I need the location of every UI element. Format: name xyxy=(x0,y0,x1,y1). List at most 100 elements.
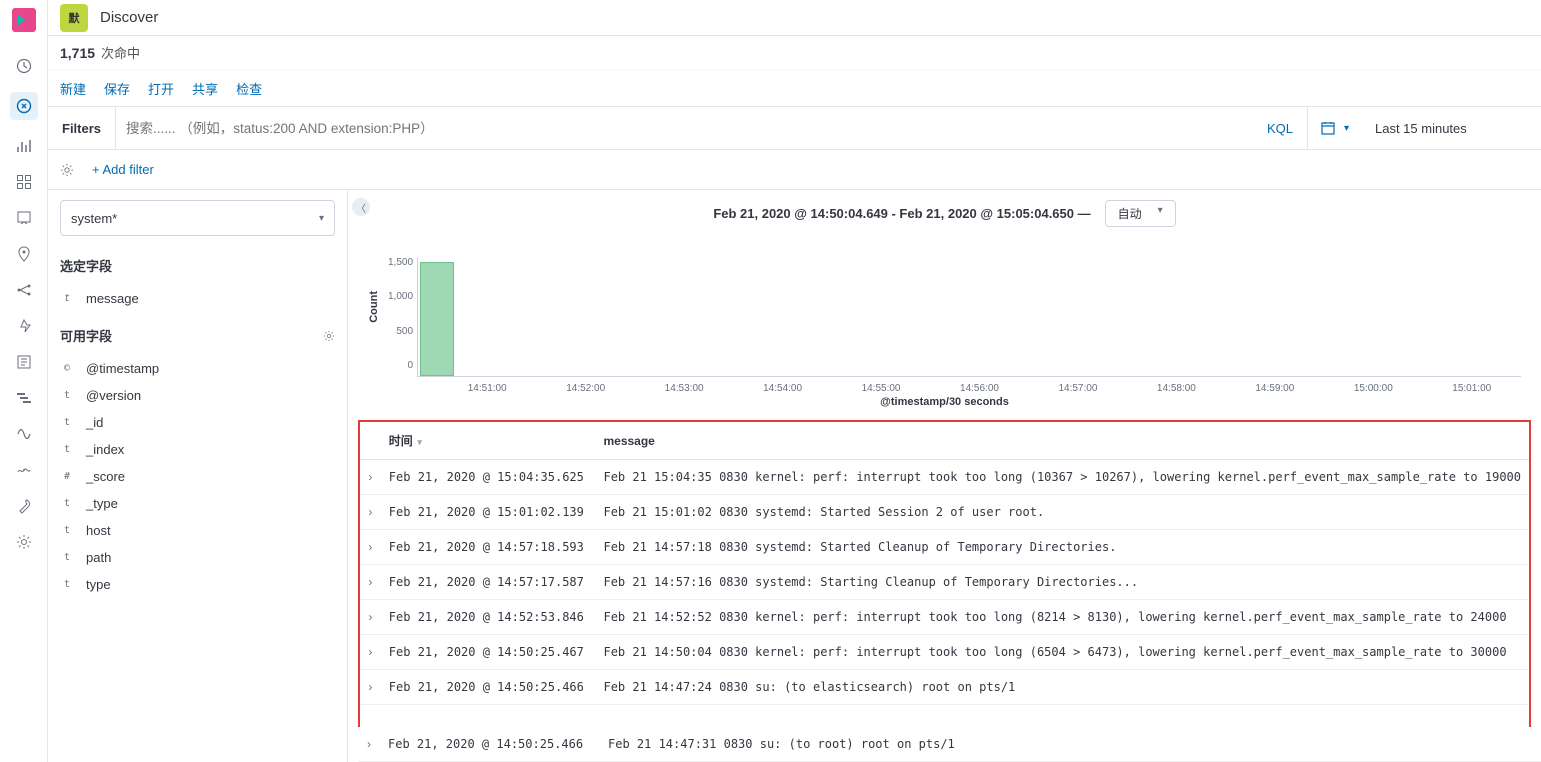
field-item[interactable]: tpath xyxy=(60,544,335,571)
results: 〈 Feb 21, 2020 @ 14:50:04.649 - Feb 21, … xyxy=(348,190,1541,762)
docs-table-tail: › Feb 21, 2020 @ 14:50:25.466 Feb 21 14:… xyxy=(358,727,1541,762)
discover-icon[interactable] xyxy=(10,92,38,120)
left-nav xyxy=(0,0,48,762)
field-type-icon: t xyxy=(64,293,78,304)
filter-row: + Add filter xyxy=(48,150,1541,190)
col-message-header[interactable]: message xyxy=(595,422,1529,460)
field-type-icon: t xyxy=(64,417,78,428)
kibana-logo[interactable] xyxy=(12,8,36,32)
field-item[interactable]: ttype xyxy=(60,571,335,598)
management-icon[interactable] xyxy=(14,532,34,552)
logs-icon[interactable] xyxy=(14,352,34,372)
expand-icon[interactable]: › xyxy=(360,495,381,530)
calendar-icon xyxy=(1320,120,1336,136)
dev-tools-icon[interactable] xyxy=(14,496,34,516)
open-link[interactable]: 打开 xyxy=(148,79,174,98)
field-type-icon: t xyxy=(64,579,78,590)
sort-icon: ▾ xyxy=(415,437,422,447)
collapse-sidebar-icon[interactable]: 〈 xyxy=(352,198,370,216)
field-item[interactable]: t _id xyxy=(60,409,335,436)
index-pattern-value: system* xyxy=(71,211,117,226)
docs-table: 时间 ▾ message ›Feb 21, 2020 @ 15:04:35.62… xyxy=(360,422,1529,705)
chart-xlabel: @timestamp/30 seconds xyxy=(368,396,1521,408)
canvas-icon[interactable] xyxy=(14,208,34,228)
save-link[interactable]: 保存 xyxy=(104,79,130,98)
table-row[interactable]: ›Feb 21, 2020 @ 14:57:18.593Feb 21 14:57… xyxy=(360,530,1529,565)
table-row[interactable]: ›Feb 21, 2020 @ 14:50:25.466Feb 21 14:47… xyxy=(360,670,1529,705)
table-row[interactable]: ›Feb 21, 2020 @ 14:57:17.587Feb 21 14:57… xyxy=(360,565,1529,600)
field-name: _id xyxy=(86,415,103,430)
field-type-icon: t xyxy=(64,444,78,455)
field-type-icon: t xyxy=(64,525,78,536)
cell-time: Feb 21, 2020 @ 14:52:53.846 xyxy=(381,600,596,635)
expand-icon[interactable]: › xyxy=(360,635,381,670)
share-link[interactable]: 共享 xyxy=(192,79,218,98)
fields-settings-icon[interactable] xyxy=(323,330,335,342)
date-quick-button[interactable]: ▾ xyxy=(1307,107,1361,149)
expand-icon[interactable]: › xyxy=(358,727,380,762)
field-item[interactable]: tmessage xyxy=(60,285,335,312)
hit-count-row: 1,715 次命中 xyxy=(48,36,1541,70)
field-item[interactable]: thost xyxy=(60,517,335,544)
siem-icon[interactable] xyxy=(14,460,34,480)
time-header: Feb 21, 2020 @ 14:50:04.649 - Feb 21, 20… xyxy=(348,190,1541,233)
field-type-icon: © xyxy=(64,363,78,374)
dashboard-icon[interactable] xyxy=(14,172,34,192)
table-row[interactable]: ›Feb 21, 2020 @ 15:01:02.139Feb 21 15:01… xyxy=(360,495,1529,530)
add-filter-link[interactable]: + Add filter xyxy=(92,162,154,177)
metrics-icon[interactable] xyxy=(14,316,34,336)
cell-time: Feb 21, 2020 @ 14:50:25.467 xyxy=(381,635,596,670)
table-row[interactable]: ›Feb 21, 2020 @ 15:04:35.625Feb 21 15:04… xyxy=(360,460,1529,495)
chevron-down-icon: ▾ xyxy=(319,213,324,224)
cell-time: Feb 21, 2020 @ 14:57:18.593 xyxy=(381,530,596,565)
chevron-down-icon: ▾ xyxy=(1158,205,1163,222)
apm-icon[interactable] xyxy=(14,388,34,408)
cell-message: Feb 21 14:52:52 0830 kernel: perf: inter… xyxy=(595,600,1529,635)
field-item[interactable]: t_type xyxy=(60,490,335,517)
cell-time: Feb 21, 2020 @ 14:50:25.466 xyxy=(380,727,600,762)
expand-icon[interactable]: › xyxy=(360,530,381,565)
recent-icon[interactable] xyxy=(14,56,34,76)
field-item[interactable]: ©@timestamp xyxy=(60,355,335,382)
search-input[interactable] xyxy=(126,121,1243,136)
chart-plot[interactable] xyxy=(417,257,1521,377)
cell-message: Feb 21 14:57:18 0830 systemd: Started Cl… xyxy=(595,530,1529,565)
kql-toggle[interactable]: KQL xyxy=(1253,107,1307,149)
field-item[interactable]: t _index xyxy=(60,436,335,463)
col-time-header[interactable]: 时间 ▾ xyxy=(381,422,596,460)
expand-icon[interactable]: › xyxy=(360,670,381,705)
expand-icon[interactable]: › xyxy=(360,460,381,495)
ml-icon[interactable] xyxy=(14,280,34,300)
table-row[interactable]: ›Feb 21, 2020 @ 14:52:53.846Feb 21 14:52… xyxy=(360,600,1529,635)
hit-count-label: 次命中 xyxy=(101,43,140,62)
field-name: _index xyxy=(86,442,124,457)
table-row[interactable]: › Feb 21, 2020 @ 14:50:25.466 Feb 21 14:… xyxy=(358,727,1541,762)
cell-message: Feb 21 14:57:16 0830 systemd: Starting C… xyxy=(595,565,1529,600)
field-name: @version xyxy=(86,388,141,403)
visualize-icon[interactable] xyxy=(14,136,34,156)
interval-value: 自动 xyxy=(1118,205,1142,222)
hit-count: 1,715 xyxy=(60,45,95,61)
index-pattern-select[interactable]: system* ▾ xyxy=(60,200,335,236)
histogram-chart: Count 1,5001,0005000 14:51:0014:52:0014:… xyxy=(348,233,1541,410)
docs-table-highlighted: 时间 ▾ message ›Feb 21, 2020 @ 15:04:35.62… xyxy=(358,420,1531,727)
uptime-icon[interactable] xyxy=(14,424,34,444)
available-fields-label: 可用字段 xyxy=(60,320,335,347)
expand-icon[interactable]: › xyxy=(360,565,381,600)
maps-icon[interactable] xyxy=(14,244,34,264)
app-badge: 默 xyxy=(60,4,88,32)
expand-icon[interactable]: › xyxy=(360,600,381,635)
field-item[interactable]: # _score xyxy=(60,463,335,490)
cell-time: Feb 21, 2020 @ 14:50:25.466 xyxy=(381,670,596,705)
interval-select[interactable]: 自动 ▾ xyxy=(1105,200,1176,227)
topbar: 默 Discover xyxy=(48,0,1541,36)
field-name: _type xyxy=(86,496,118,511)
field-type-icon: # xyxy=(64,471,78,482)
date-range-text[interactable]: Last 15 minutes xyxy=(1361,107,1541,149)
table-row[interactable]: ›Feb 21, 2020 @ 14:50:25.467Feb 21 14:50… xyxy=(360,635,1529,670)
inspect-link[interactable]: 检查 xyxy=(236,79,262,98)
filter-gear-icon[interactable] xyxy=(60,163,74,177)
field-item[interactable]: t@version xyxy=(60,382,335,409)
field-name: _score xyxy=(86,469,125,484)
new-link[interactable]: 新建 xyxy=(60,79,86,98)
